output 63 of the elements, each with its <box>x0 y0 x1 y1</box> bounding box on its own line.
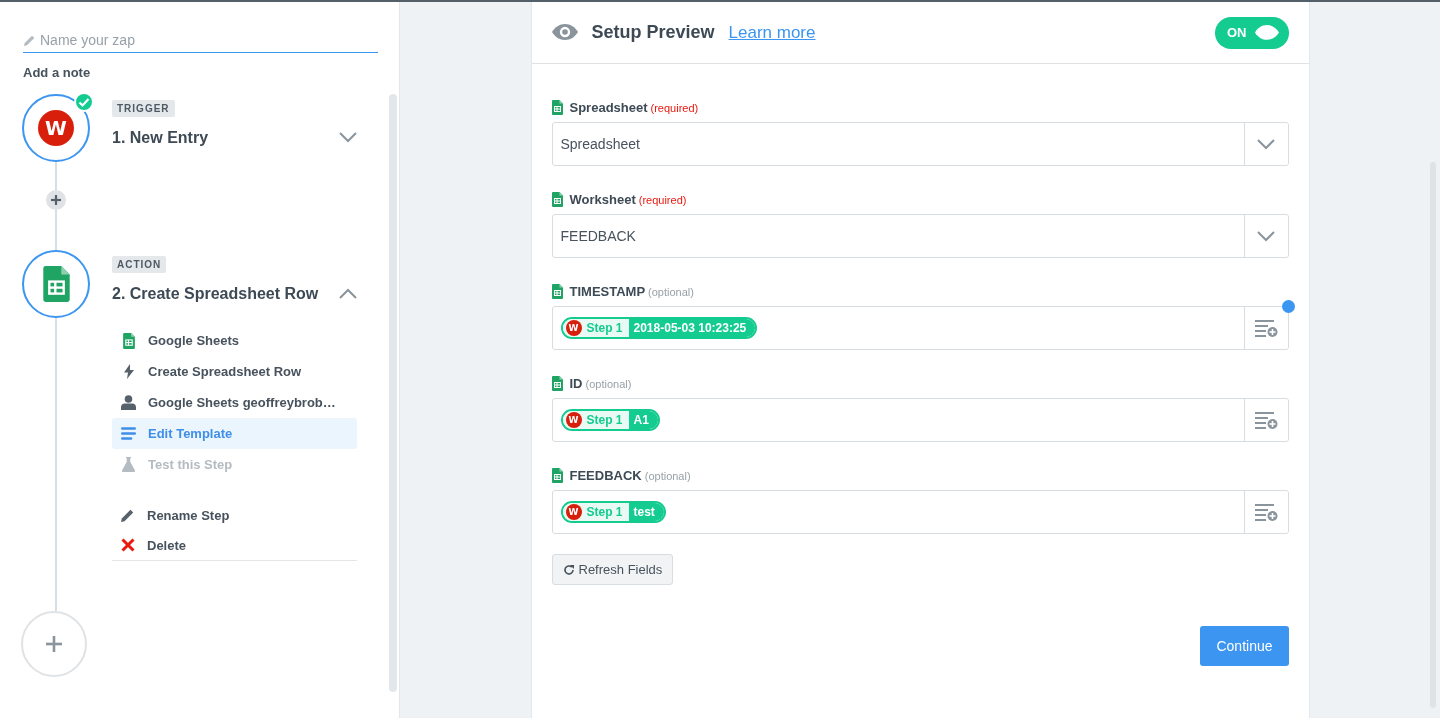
plus-icon <box>46 636 62 652</box>
step-menu-item[interactable]: Create Spreadsheet Row <box>112 356 357 387</box>
field-qualifier: (required) <box>638 193 687 206</box>
data-pill: W Step 1 A1 <box>560 409 660 431</box>
insert-data-button[interactable] <box>1243 491 1288 533</box>
dropdown-field[interactable]: FEEDBACK <box>551 214 1289 258</box>
lines-icon <box>121 427 136 440</box>
spreadsheet-icon <box>551 100 563 115</box>
insert-data-button[interactable] <box>1243 307 1288 349</box>
flask-icon <box>122 457 135 472</box>
dropdown-button[interactable] <box>1243 215 1288 257</box>
pencil-icon <box>121 508 134 522</box>
field-label: Spreadsheet <box>569 100 648 115</box>
plus-icon <box>51 195 61 205</box>
spreadsheet-icon <box>551 376 563 391</box>
step-menu-item[interactable]: Google Sheets <box>112 325 357 356</box>
field-label: TIMESTAMP <box>569 284 646 299</box>
user-icon <box>121 395 136 410</box>
step-menu-item[interactable]: Google Sheets geoffreybrob… <box>112 387 357 418</box>
step-title[interactable]: 2. Create Spreadsheet Row <box>112 285 319 303</box>
mapped-field[interactable]: W Step 1 2018-05-03 10:23:25 <box>551 306 1289 350</box>
chevron-icon <box>339 288 357 299</box>
step-action-item[interactable]: Rename Step <box>112 500 357 530</box>
add-note-link[interactable]: Add a note <box>23 65 91 80</box>
app-logo: W <box>38 110 74 146</box>
dropdown-field[interactable]: Spreadsheet <box>551 122 1289 166</box>
chevron-down-icon <box>1257 230 1275 242</box>
data-pill: W Step 1 test <box>560 501 666 523</box>
zap-name-field[interactable]: Name your zap <box>23 30 378 53</box>
field-qualifier: (optional) <box>644 469 691 482</box>
scrollbar[interactable] <box>389 94 397 692</box>
spreadsheet-icon <box>551 192 563 207</box>
field-qualifier: (required) <box>650 101 699 114</box>
chevron-down-icon <box>1257 138 1275 150</box>
refresh-fields-button[interactable]: Refresh Fields <box>551 554 674 585</box>
mapped-field[interactable]: W Step 1 test <box>551 490 1289 534</box>
list-plus-icon <box>1254 503 1278 521</box>
spreadsheet-icon <box>551 468 563 483</box>
step-title[interactable]: 1. New Entry <box>112 129 209 147</box>
pencil-icon <box>24 35 35 46</box>
dropdown-button[interactable] <box>1243 123 1288 165</box>
data-pill: W Step 1 2018-05-03 10:23:25 <box>560 317 758 339</box>
chevron-icon <box>339 132 357 143</box>
insert-data-button[interactable] <box>1243 399 1288 441</box>
close-icon <box>120 538 135 552</box>
spreadsheet-logo <box>42 266 70 302</box>
field-qualifier: (optional) <box>585 377 632 390</box>
add-step-button[interactable] <box>46 190 66 210</box>
spreadsheet-icon <box>122 332 135 349</box>
spreadsheet-icon <box>551 284 563 299</box>
mapped-field[interactable]: W Step 1 A1 <box>551 398 1289 442</box>
field-label: ID <box>569 376 583 391</box>
refresh-icon <box>562 563 575 576</box>
step-action-item[interactable]: Delete <box>112 530 357 560</box>
list-plus-icon <box>1254 411 1278 429</box>
field-label: Worksheet <box>569 192 636 207</box>
field-label: FEEDBACK <box>569 468 642 483</box>
list-plus-icon <box>1254 319 1278 337</box>
lightning-bolt-icon <box>123 364 134 379</box>
field-qualifier: (optional) <box>648 285 694 298</box>
step-type-badge: ACTION <box>112 256 167 273</box>
setup-preview-title: Setup Preview <box>591 22 715 43</box>
step-type-badge: TRIGGER <box>112 100 175 117</box>
